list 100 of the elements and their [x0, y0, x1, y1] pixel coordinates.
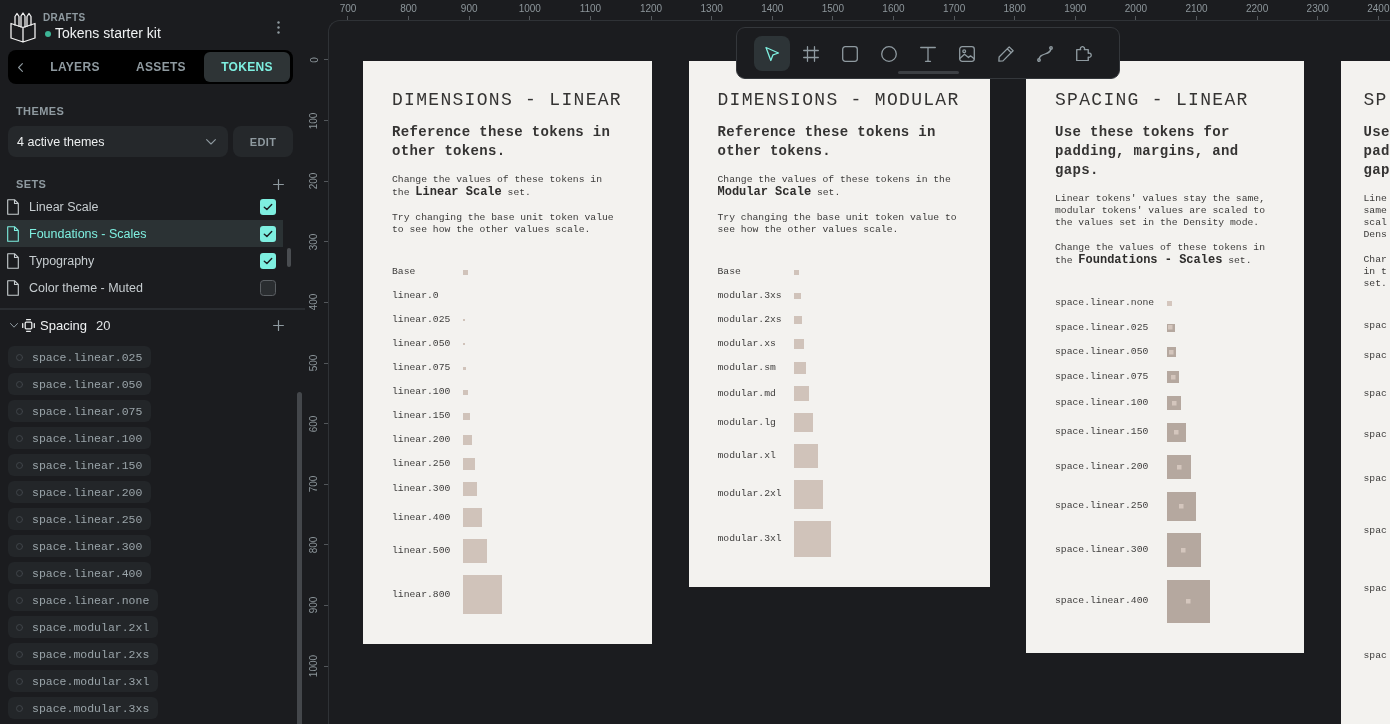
circle-icon — [16, 434, 23, 442]
token-label: linear.200 — [392, 434, 451, 446]
spacing-swatch — [1166, 422, 1187, 442]
token-pill[interactable]: space.linear.150 — [8, 454, 152, 476]
board-title: SP — [1363, 90, 1388, 110]
more-options-icon[interactable] — [277, 20, 280, 34]
token-label: linear.100 — [392, 386, 451, 398]
token-pill[interactable]: space.linear.025 — [8, 346, 152, 368]
tool-button[interactable] — [754, 36, 790, 71]
size-swatch — [794, 292, 801, 300]
checkbox[interactable] — [260, 225, 276, 242]
token-label: spac — [1363, 320, 1387, 332]
spacing-swatch — [1166, 395, 1182, 410]
ruler-label: 2000 — [1124, 3, 1148, 15]
file-icon — [7, 252, 19, 269]
token-label: Base — [717, 266, 741, 278]
token-label: linear.0 — [392, 290, 439, 302]
ruler-label: 300 — [308, 233, 321, 251]
token-pill[interactable]: space.modular.3xl — [8, 670, 159, 692]
set-item[interactable]: Typography — [0, 247, 283, 274]
edit-button[interactable]: EDIT — [233, 126, 293, 157]
ruler-label: 2200 — [1246, 3, 1269, 15]
square-icon — [842, 45, 858, 62]
checkbox[interactable] — [260, 252, 276, 269]
plus-icon[interactable] — [273, 178, 284, 190]
checkbox[interactable] — [260, 279, 276, 296]
ruler-label: 1100 — [579, 3, 602, 15]
size-swatch — [462, 269, 468, 275]
status-dot-icon — [45, 30, 51, 37]
token-pill[interactable]: space.linear.400 — [8, 562, 152, 584]
token-label: linear.150 — [392, 410, 451, 422]
set-item[interactable]: Linear Scale — [0, 193, 283, 220]
group-name: Spacing — [40, 317, 87, 333]
checkbox[interactable] — [260, 198, 276, 215]
set-item[interactable]: Foundations - Scales — [0, 220, 283, 247]
board-description: Line same scal Dens — [1363, 192, 1387, 241]
token-pill[interactable]: space.linear.050 — [8, 373, 152, 395]
token-label: linear.800 — [392, 588, 451, 601]
token-label: space.linear.250 — [1055, 500, 1149, 512]
token-pill[interactable]: space.linear.075 — [8, 400, 152, 422]
text-tool-icon — [920, 45, 936, 62]
ruler-label: 1900 — [1064, 3, 1087, 15]
token-label: linear.400 — [392, 511, 451, 524]
board-description: Char in t set. — [1363, 254, 1387, 290]
token-label: spac — [1363, 428, 1387, 441]
token-label: space.linear.050 — [1055, 346, 1149, 358]
token-pill[interactable]: space.linear.200 — [8, 481, 152, 503]
token-label: spac — [1363, 524, 1387, 537]
tab[interactable]: TOKENS — [204, 52, 290, 82]
file-icon — [7, 225, 19, 242]
ruler-label: 2100 — [1185, 3, 1208, 15]
ruler-label: 800 — [308, 536, 321, 554]
token-label: spac — [1363, 583, 1387, 595]
spacing-swatch — [1166, 533, 1201, 567]
tab[interactable]: ASSETS — [118, 52, 204, 82]
token-label: Base — [392, 266, 416, 278]
token-label: spac — [1363, 350, 1387, 362]
board-description: Change the values of these tokens in the Linear Scale set. — [392, 173, 603, 199]
spacing-icon — [22, 318, 35, 332]
token-label: linear.500 — [392, 545, 451, 557]
ruler-label: 1200 — [639, 3, 663, 15]
token-pill[interactable]: space.modular.2xl — [8, 616, 159, 638]
ruler-label: 400 — [308, 294, 321, 311]
token-pill[interactable]: space.linear.300 — [8, 535, 152, 557]
token-pill[interactable]: space.linear.250 — [8, 508, 152, 530]
size-swatch — [794, 386, 810, 401]
plus-icon[interactable] — [273, 319, 284, 331]
token-label: space.linear.200 — [1055, 460, 1149, 473]
circle-icon — [16, 488, 23, 496]
ruler-label: 1000 — [518, 3, 541, 15]
token-pill[interactable]: space.linear.100 — [8, 427, 152, 449]
circle-icon — [16, 353, 23, 361]
ruler-label: 700 — [308, 475, 321, 493]
board-heading: Reference these tokens in other tokens. — [717, 123, 937, 161]
token-label: space.linear.150 — [1055, 426, 1149, 439]
tab[interactable]: LAYERS — [32, 52, 118, 82]
chevron-down-icon[interactable] — [10, 322, 18, 328]
spacing-swatch — [1166, 300, 1172, 306]
token-pill[interactable]: space.linear.none — [8, 589, 159, 611]
board-title: SPACING - LINEAR — [1055, 90, 1249, 110]
circle-icon — [881, 45, 897, 62]
pointer-icon — [764, 45, 780, 62]
circle-icon — [16, 650, 23, 658]
board-description: Try changing the base unit token value to see how the other values scale. — [717, 212, 958, 236]
chevron-left-icon[interactable] — [17, 62, 23, 72]
size-swatch — [462, 389, 468, 395]
spacing-swatch — [1166, 454, 1192, 479]
token-label: modular.3xl — [717, 532, 782, 545]
themes-dropdown[interactable]: 4 active themes — [8, 126, 228, 157]
set-item[interactable]: Color theme - Muted — [0, 274, 283, 301]
token-pill[interactable]: space.modular.2xs — [8, 643, 159, 665]
ruler-label: 800 — [400, 3, 417, 15]
drag-handle[interactable] — [897, 71, 959, 74]
ruler-label: 700 — [339, 3, 357, 15]
circle-icon — [16, 461, 23, 469]
board-heading: Use pad gap — [1363, 123, 1390, 180]
token-label: linear.300 — [392, 483, 451, 495]
token-pill[interactable]: space.modular.3xs — [8, 697, 159, 719]
token-label: spac — [1363, 387, 1387, 400]
ruler-label: 1800 — [1003, 3, 1026, 15]
